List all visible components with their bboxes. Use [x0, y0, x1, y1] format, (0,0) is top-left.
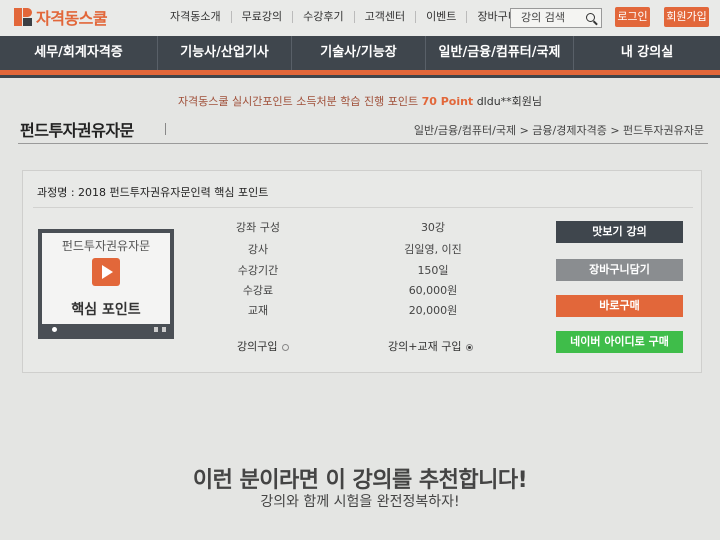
- logo-text: 자격동스쿨: [36, 9, 108, 28]
- fullscreen-icon[interactable]: [154, 327, 166, 332]
- topnav-support[interactable]: 고객센터: [355, 11, 417, 23]
- detail-label: 수강료: [242, 284, 274, 297]
- topnav-about[interactable]: 자격동소개: [160, 11, 232, 23]
- mainnav-general-finance[interactable]: 일반/금융/컴퓨터/국제: [426, 36, 574, 70]
- progress-dot-icon[interactable]: [52, 327, 57, 332]
- main-nav: 세무/회계자격증 기능사/산업기사 기술사/기능장 일반/금융/컴퓨터/국제 내…: [0, 36, 720, 70]
- title-divider: [165, 123, 166, 135]
- topnav-free-lectures[interactable]: 무료강의: [232, 11, 294, 23]
- logo-icon: [14, 8, 32, 26]
- detail-label: 강좌 구성: [236, 221, 280, 234]
- topnav-reviews[interactable]: 수강후기: [293, 11, 355, 23]
- thumbnail-title: 펀드투자권유자문: [61, 239, 151, 253]
- top-nav: 자격동소개 무료강의 수강후기 고객센터 이벤트 장바구니: [160, 11, 528, 23]
- notice-points: 70 Point: [421, 95, 474, 108]
- option-lecture-only[interactable]: 강의구입: [237, 338, 290, 354]
- search-icon[interactable]: [586, 13, 595, 22]
- option-lecture-label: 강의구입: [237, 340, 278, 353]
- radio-bundle[interactable]: [466, 343, 474, 351]
- course-name: 과정명 : 2018 펀드투자권유자문인력 핵심 포인트: [37, 186, 269, 199]
- login-button[interactable]: 로그인: [615, 7, 650, 27]
- nav-divider-line: [0, 75, 720, 78]
- recommend-subtitle: 강의와 함께 시험을 완전정복하자!: [260, 494, 460, 510]
- card-divider: [33, 207, 693, 208]
- option-bundle-label: 강의+교재 구입: [388, 340, 462, 353]
- notice-user: dldu**회원님: [476, 95, 543, 108]
- title-underline: [18, 143, 708, 144]
- add-to-cart-button[interactable]: 장바구니담기: [556, 259, 683, 281]
- detail-value: 김일영, 이진: [404, 243, 462, 256]
- breadcrumb[interactable]: 일반/금융/컴퓨터/국제 > 금융/경제자격증 > 펀드투자권유자문: [414, 122, 704, 138]
- mainnav-technician[interactable]: 기능사/산업기사: [158, 36, 292, 70]
- preview-button[interactable]: 맛보기 강의: [556, 221, 683, 243]
- detail-value: 20,000원: [408, 304, 458, 317]
- detail-label: 강사: [247, 243, 269, 256]
- top-header: 자격동스쿨 자격동소개 무료강의 수강후기 고객센터 이벤트 장바구니 강의 검…: [0, 0, 720, 36]
- topnav-events[interactable]: 이벤트: [416, 11, 468, 23]
- radio-lecture[interactable]: [282, 343, 290, 351]
- video-control-bar[interactable]: [42, 324, 170, 335]
- play-icon[interactable]: [92, 258, 120, 286]
- detail-label: 교재: [247, 304, 269, 317]
- thumbnail-subtitle: 핵심 포인트: [71, 302, 141, 318]
- buy-now-button[interactable]: 바로구매: [556, 295, 683, 317]
- recommend-title: 이런 분이라면 이 강의를 추천합니다!: [192, 468, 528, 493]
- site-logo[interactable]: 자격동스쿨: [14, 6, 108, 28]
- join-button[interactable]: 회원가입: [664, 7, 709, 27]
- mainnav-tax-accounting[interactable]: 세무/회계자격증: [0, 36, 158, 70]
- search-placeholder: 강의 검색: [521, 11, 565, 24]
- mainnav-my-classroom[interactable]: 내 강의실: [574, 36, 720, 70]
- page-title: 펀드투자권유자문: [20, 121, 134, 140]
- detail-value: 60,000원: [408, 284, 458, 297]
- mainnav-professional-engineer[interactable]: 기술사/기능장: [292, 36, 426, 70]
- naver-buy-button[interactable]: 네이버 아이디로 구매: [556, 331, 683, 353]
- detail-value: 30강: [420, 221, 446, 234]
- option-lecture-book[interactable]: 강의+교재 구입: [388, 338, 474, 354]
- course-card: 과정명 : 2018 펀드투자권유자문인력 핵심 포인트 펀드투자권유자문 핵심…: [22, 170, 702, 373]
- detail-label: 수강기간: [237, 264, 279, 277]
- search-input[interactable]: 강의 검색: [510, 8, 602, 28]
- detail-value: 150일: [417, 264, 449, 277]
- course-thumbnail[interactable]: 펀드투자권유자문 핵심 포인트: [38, 229, 174, 339]
- points-notice: 자격동스쿨 실시간포인트 소득처분 학습 진행 포인트 70 Point dld…: [0, 93, 720, 109]
- notice-text: 자격동스쿨 실시간포인트 소득처분 학습 진행 포인트: [177, 95, 419, 108]
